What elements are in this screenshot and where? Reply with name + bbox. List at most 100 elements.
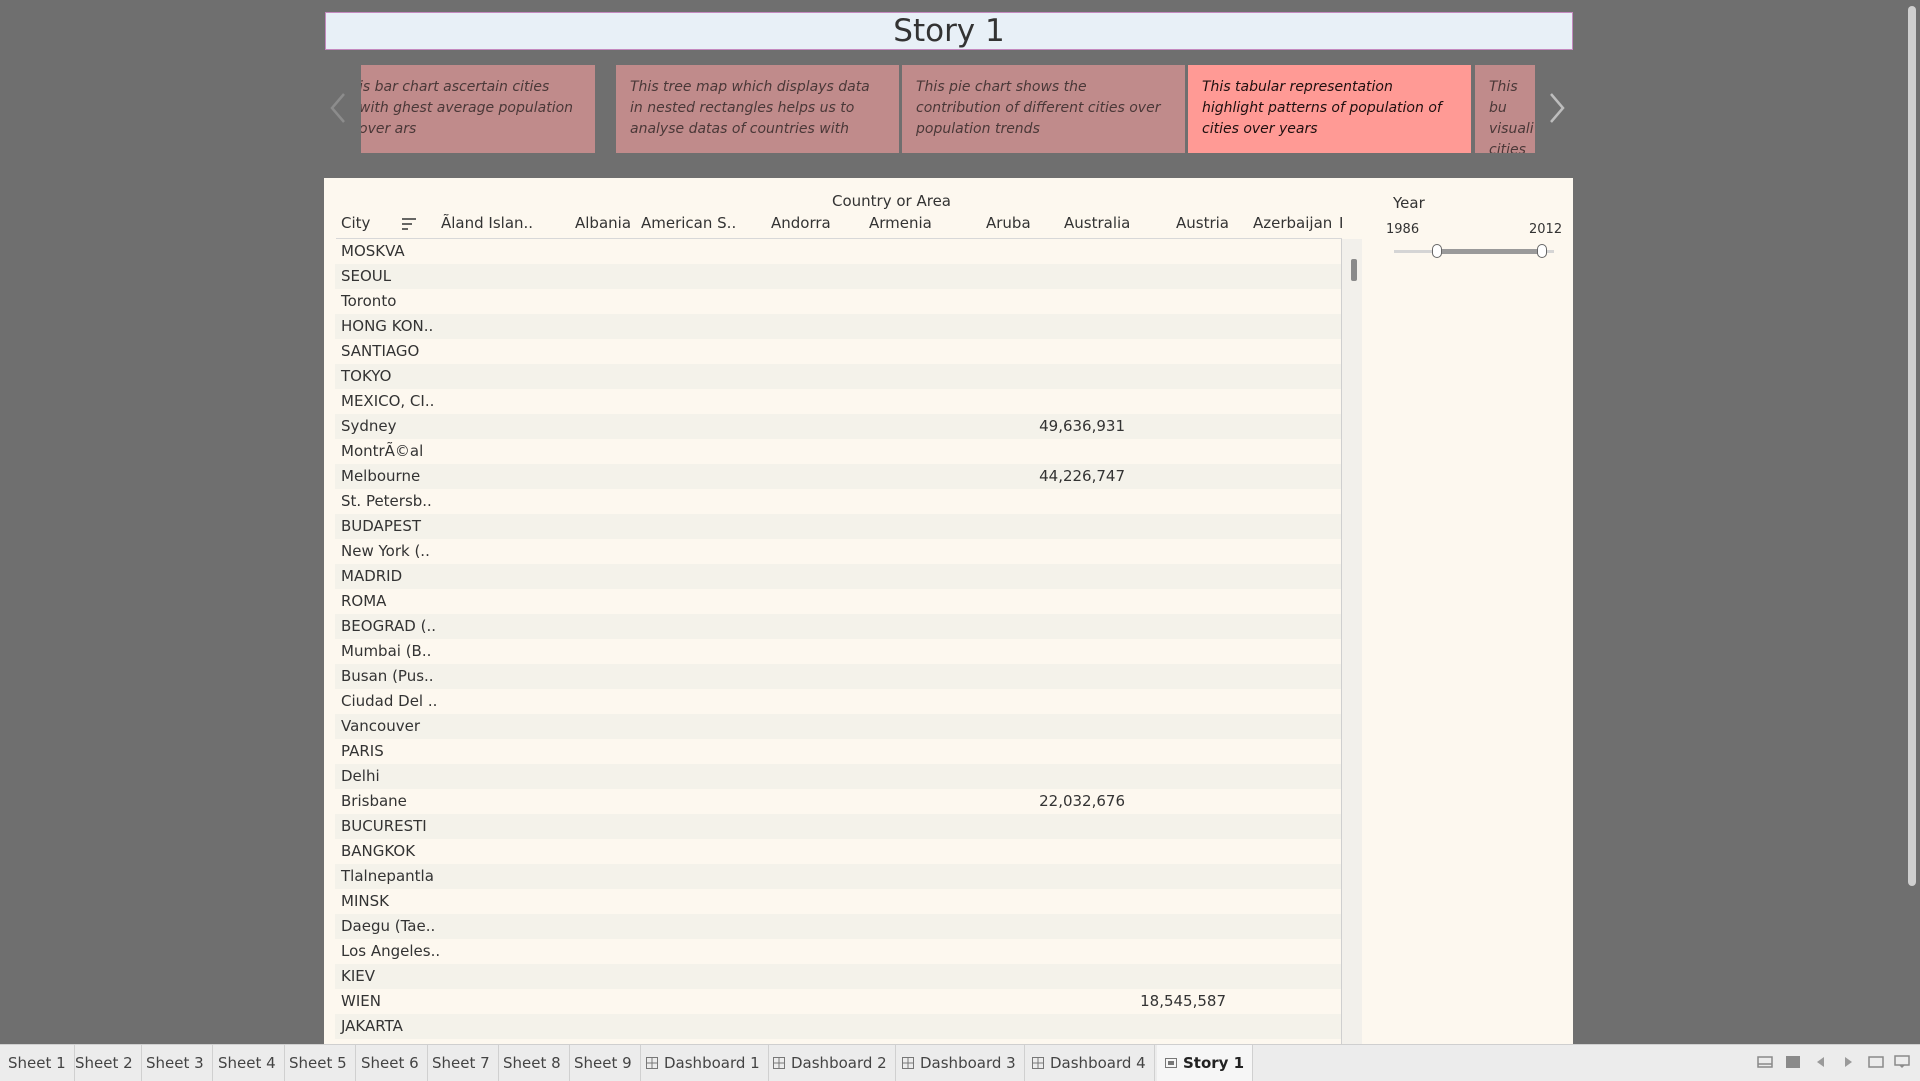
city-cell[interactable]: PARIS — [341, 742, 384, 760]
city-cell[interactable]: New York (.. — [341, 542, 430, 560]
tab-dashboard-4[interactable]: Dashboard 4 — [1024, 1045, 1155, 1081]
city-cell[interactable]: Melbourne — [341, 467, 420, 485]
table-row[interactable]: SEOUL — [335, 264, 1342, 289]
table-row[interactable]: PARIS — [335, 739, 1342, 764]
grid-view-icon[interactable] — [1785, 1055, 1801, 1069]
table-row[interactable]: TOKYO — [335, 364, 1342, 389]
tab-sheet-4[interactable]: Sheet 4 — [210, 1045, 285, 1081]
table-row[interactable]: MINSK — [335, 889, 1342, 914]
table-row[interactable]: Busan (Pus.. — [335, 664, 1342, 689]
tab-sheet-1[interactable]: Sheet 1 — [0, 1045, 75, 1081]
table-row[interactable]: Delhi — [335, 764, 1342, 789]
year-min-handle[interactable] — [1432, 244, 1442, 258]
column-header[interactable]: Austria — [1176, 214, 1229, 232]
australia-value-cell[interactable]: 22,032,676 — [1039, 792, 1125, 810]
tab-sheet-8[interactable]: Sheet 8 — [495, 1045, 570, 1081]
tab-dashboard-2[interactable]: Dashboard 2 — [765, 1045, 896, 1081]
table-scrollbar-thumb[interactable] — [1351, 259, 1357, 281]
city-cell[interactable]: SEOUL — [341, 267, 391, 285]
tab-sheet-3[interactable]: Sheet 3 — [138, 1045, 213, 1081]
city-cell[interactable]: Brisbane — [341, 792, 407, 810]
story-point-caption-2[interactable]: This tree map which displays data in nes… — [616, 65, 899, 153]
column-header[interactable]: American S.. — [641, 214, 736, 232]
city-cell[interactable]: Vancouver — [341, 717, 420, 735]
tab-sheet-2[interactable]: Sheet 2 — [67, 1045, 142, 1081]
table-row[interactable]: Melbourne 44,226,747 — [335, 464, 1342, 489]
austria-value-cell[interactable]: 18,545,587 — [1140, 992, 1226, 1010]
city-cell[interactable]: Mumbai (B.. — [341, 642, 431, 660]
table-row[interactable]: MADRID — [335, 564, 1342, 589]
table-scrollbar[interactable] — [1342, 239, 1362, 1044]
table-row[interactable]: SANTIAGO — [335, 339, 1342, 364]
row-header-city[interactable]: City — [341, 214, 370, 232]
column-header[interactable]: Aruba — [986, 214, 1031, 232]
sort-icon[interactable] — [400, 216, 418, 232]
table-row[interactable]: Los Angeles.. — [335, 939, 1342, 964]
table-row[interactable]: MEXICO, CI.. — [335, 389, 1342, 414]
table-row[interactable]: BUDAPEST — [335, 514, 1342, 539]
city-cell[interactable]: BUDAPEST — [341, 517, 421, 535]
city-cell[interactable]: Sydney — [341, 417, 397, 435]
filmstrip-view-icon[interactable] — [1757, 1055, 1773, 1069]
city-cell[interactable]: MINSK — [341, 892, 389, 910]
tab-sheet-9[interactable]: Sheet 9 — [566, 1045, 641, 1081]
city-cell[interactable]: BUCURESTI — [341, 817, 427, 835]
tab-dashboard-1[interactable]: Dashboard 1 — [638, 1045, 769, 1081]
city-cell[interactable]: Toronto — [341, 292, 396, 310]
table-row[interactable]: JAKARTA — [335, 1014, 1342, 1039]
column-header[interactable]: Australia — [1064, 214, 1130, 232]
tab-dashboard-3[interactable]: Dashboard 3 — [894, 1045, 1025, 1081]
table-row[interactable]: Mumbai (B.. — [335, 639, 1342, 664]
table-row[interactable]: Ciudad Del .. — [335, 689, 1342, 714]
tab-sheet-7[interactable]: Sheet 7 — [424, 1045, 499, 1081]
city-cell[interactable]: KIEV — [341, 967, 375, 985]
table-row[interactable]: BEOGRAD (.. — [335, 614, 1342, 639]
city-cell[interactable]: Busan (Pus.. — [341, 667, 434, 685]
city-cell[interactable]: SANTIAGO — [341, 342, 419, 360]
table-row[interactable]: BANGKOK — [335, 839, 1342, 864]
city-cell[interactable]: ROMA — [341, 592, 386, 610]
table-row[interactable]: St. Petersb.. — [335, 489, 1342, 514]
australia-value-cell[interactable]: 49,636,931 — [1039, 417, 1125, 435]
city-cell[interactable]: HONG KON.. — [341, 317, 433, 335]
table-row[interactable]: Daegu (Tae.. — [335, 914, 1342, 939]
australia-value-cell[interactable]: 44,226,747 — [1039, 467, 1125, 485]
column-header[interactable]: Armenia — [869, 214, 932, 232]
previous-story-point-button[interactable] — [324, 88, 352, 128]
city-cell[interactable]: WIEN — [341, 992, 381, 1010]
table-row[interactable]: New York (.. — [335, 539, 1342, 564]
table-row[interactable]: KIEV — [335, 964, 1342, 989]
table-row[interactable]: BUCURESTI — [335, 814, 1342, 839]
table-row[interactable]: Vancouver — [335, 714, 1342, 739]
city-cell[interactable]: Daegu (Tae.. — [341, 917, 435, 935]
table-row[interactable]: WIEN 18,545,587 — [335, 989, 1342, 1014]
story-point-caption-1[interactable]: is bar chart ascertain cities with ghest… — [361, 65, 595, 153]
city-cell[interactable]: BEOGRAD (.. — [341, 617, 436, 635]
city-cell[interactable]: JAKARTA — [341, 1017, 403, 1035]
table-row[interactable]: Sydney 49,636,931 — [335, 414, 1342, 439]
column-header[interactable]: Andorra — [771, 214, 831, 232]
story-point-caption-3[interactable]: This pie chart shows the contribution of… — [902, 65, 1185, 153]
tab-sheet-6[interactable]: Sheet 6 — [353, 1045, 428, 1081]
table-row[interactable]: Toronto — [335, 289, 1342, 314]
column-header[interactable]: Albania — [575, 214, 631, 232]
city-cell[interactable]: MontrÃ©al — [341, 442, 423, 460]
next-story-point-button[interactable] — [1543, 88, 1571, 128]
table-row[interactable]: HONG KON.. — [335, 314, 1342, 339]
table-row[interactable]: MontrÃ©al — [335, 439, 1342, 464]
city-cell[interactable]: Los Angeles.. — [341, 942, 440, 960]
table-row[interactable]: MOSKVA — [335, 239, 1342, 264]
column-header[interactable]: Ãland Islan.. — [441, 214, 533, 232]
city-cell[interactable]: BANGKOK — [341, 842, 415, 860]
page-scrollbar-thumb[interactable] — [1908, 6, 1916, 886]
table-row[interactable]: Brisbane 22,032,676 — [335, 789, 1342, 814]
scroll-tabs-right-icon[interactable] — [1840, 1055, 1856, 1069]
column-header[interactable]: Azerbaijan — [1253, 214, 1332, 232]
year-max-handle[interactable] — [1537, 244, 1547, 258]
city-cell[interactable]: Tlalnepantla — [341, 867, 434, 885]
city-cell[interactable]: St. Petersb.. — [341, 492, 432, 510]
presentation-mode-icon[interactable] — [1868, 1055, 1884, 1069]
city-cell[interactable]: MEXICO, CI.. — [341, 392, 434, 410]
city-cell[interactable]: Delhi — [341, 767, 380, 785]
table-row[interactable]: ROMA — [335, 589, 1342, 614]
